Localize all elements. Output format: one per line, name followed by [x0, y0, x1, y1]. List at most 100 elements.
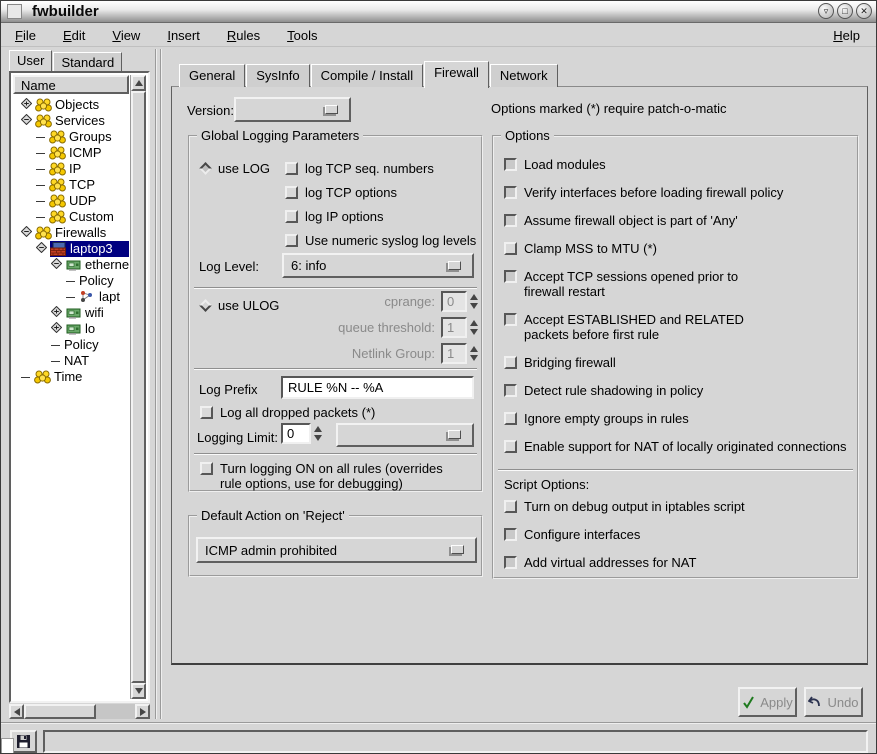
- checkbox-row-bridging-firewall[interactable]: Bridging firewall: [504, 355, 854, 370]
- tree-item-firewalls[interactable]: Firewalls: [13, 225, 129, 241]
- panel-splitter[interactable]: [155, 49, 162, 719]
- menu-insert[interactable]: Insert: [167, 28, 200, 43]
- menu-help[interactable]: Help: [833, 28, 860, 43]
- checkbox-row-verify-interfaces-before-loading-firewall-policy[interactable]: Verify interfaces before loading firewal…: [504, 185, 854, 200]
- apply-button[interactable]: Apply: [738, 687, 797, 717]
- scrollbar-thumb[interactable]: [24, 704, 96, 719]
- checkbox-row-configure-interfaces[interactable]: Configure interfaces: [504, 527, 854, 542]
- scroll-right-button[interactable]: [135, 704, 150, 719]
- tab-network[interactable]: Network: [489, 64, 558, 87]
- tree-item-lapt[interactable]: lapt: [13, 289, 129, 305]
- tab-compile-install[interactable]: Compile / Install: [310, 64, 424, 87]
- sidebar-tab-user[interactable]: User: [9, 50, 53, 71]
- maximize-button[interactable]: □: [837, 3, 853, 19]
- checkbox-icon[interactable]: [504, 356, 517, 369]
- checkbox-row-log-tcp-options[interactable]: log TCP options: [285, 185, 480, 200]
- expand-icon[interactable]: [50, 305, 63, 321]
- version-combo[interactable]: [234, 97, 351, 122]
- checkbox-row-log-ip-options[interactable]: log IP options: [285, 209, 480, 224]
- spin-value[interactable]: 0: [281, 423, 311, 444]
- tree-item-etherne[interactable]: etherne: [13, 257, 129, 273]
- checkbox-row-log-all-dropped-packets[interactable]: Log all dropped packets (*): [200, 405, 375, 420]
- checkbox-icon[interactable]: [285, 234, 298, 247]
- logging-limit-spinbox[interactable]: 0: [281, 423, 322, 444]
- tree-item-time[interactable]: Time: [13, 369, 129, 385]
- checkbox-row-clamp-mss-to-mtu[interactable]: Clamp MSS to MTU (*): [504, 241, 854, 256]
- checkbox-icon[interactable]: [504, 313, 517, 326]
- scroll-left-button[interactable]: [9, 704, 24, 719]
- checkbox-row-ignore-empty-groups-in-rules[interactable]: Ignore empty groups in rules: [504, 411, 854, 426]
- checkbox-row-log-tcp-seq-numbers[interactable]: log TCP seq. numbers: [285, 161, 480, 176]
- menu-file[interactable]: File: [15, 28, 36, 43]
- checkbox-icon[interactable]: [504, 412, 517, 425]
- menu-view[interactable]: View: [112, 28, 140, 43]
- tree-item-objects[interactable]: Objects: [13, 97, 129, 113]
- tree-item-custom[interactable]: Custom: [13, 209, 129, 225]
- use-ulog-radio[interactable]: use ULOG: [198, 298, 279, 313]
- checkbox-row-accept-tcp-sessions-opened-prior-to-firewall-restart[interactable]: Accept TCP sessions opened prior to fire…: [504, 269, 854, 299]
- radio-icon[interactable]: [199, 162, 212, 175]
- checkbox-row-detect-rule-shadowing-in-policy[interactable]: Detect rule shadowing in policy: [504, 383, 854, 398]
- tree-item-icmp[interactable]: ICMP: [13, 145, 129, 161]
- checkbox-row-enable-support-for-nat-of-locally-originated-connections[interactable]: Enable support for NAT of locally origin…: [504, 439, 854, 454]
- tree-item-policy[interactable]: Policy: [13, 337, 129, 353]
- logging-limit-combo[interactable]: [336, 423, 474, 447]
- tree-item-lo[interactable]: lo: [13, 321, 129, 337]
- menu-edit[interactable]: Edit: [63, 28, 85, 43]
- expand-icon[interactable]: [20, 97, 33, 113]
- tree-item-nat[interactable]: NAT: [13, 353, 129, 369]
- checkbox-row-turn-logging-on-on-all-rules-overrides-rule-options-use-for-debugging[interactable]: Turn logging ON on all rules (overrides …: [200, 461, 470, 491]
- checkbox-row-add-virtual-addresses-for-nat[interactable]: Add virtual addresses for NAT: [504, 555, 854, 570]
- collapse-icon[interactable]: [35, 241, 48, 257]
- checkbox-icon[interactable]: [504, 186, 517, 199]
- undo-button[interactable]: Undo: [804, 687, 863, 717]
- checkbox-icon[interactable]: [504, 556, 517, 569]
- tree-column-header[interactable]: Name: [13, 75, 129, 94]
- tree-item-tcp[interactable]: TCP: [13, 177, 129, 193]
- menu-rules[interactable]: Rules: [227, 28, 260, 43]
- expand-icon[interactable]: [50, 321, 63, 337]
- close-button[interactable]: ✕: [856, 3, 872, 19]
- tree-item-ip[interactable]: IP: [13, 161, 129, 177]
- checkbox-icon[interactable]: [200, 406, 213, 419]
- checkbox-icon[interactable]: [504, 500, 517, 513]
- checkbox-icon[interactable]: [285, 162, 298, 175]
- tab-firewall[interactable]: Firewall: [424, 61, 489, 88]
- collapse-icon[interactable]: [50, 257, 63, 273]
- checkbox-row-use-numeric-syslog-log-levels[interactable]: Use numeric syslog log levels: [285, 233, 480, 248]
- checkbox-icon[interactable]: [504, 528, 517, 541]
- use-log-radio[interactable]: use LOG: [198, 161, 270, 176]
- checkbox-row-load-modules[interactable]: Load modules: [504, 157, 854, 172]
- tree-vertical-scrollbar[interactable]: [130, 75, 146, 699]
- menu-tools[interactable]: Tools: [287, 28, 317, 43]
- log-level-combo[interactable]: 6: info: [282, 253, 474, 278]
- checkbox-row-accept-established-and-related-packets-before-first-rule[interactable]: Accept ESTABLISHED and RELATED packets b…: [504, 312, 854, 342]
- checkbox-icon[interactable]: [504, 384, 517, 397]
- checkbox-icon[interactable]: [504, 158, 517, 171]
- checkbox-row-turn-on-debug-output-in-iptables-script[interactable]: Turn on debug output in iptables script: [504, 499, 854, 514]
- tree-item-udp[interactable]: UDP: [13, 193, 129, 209]
- collapse-icon[interactable]: [20, 113, 33, 129]
- radio-icon[interactable]: [199, 299, 212, 312]
- checkbox-row-assume-firewall-object-is-part-of-any[interactable]: Assume firewall object is part of 'Any': [504, 213, 854, 228]
- checkbox-icon[interactable]: [504, 440, 517, 453]
- spin-up-button[interactable]: [314, 426, 322, 432]
- tree-item-laptop3[interactable]: laptop3: [13, 241, 129, 257]
- title-bar[interactable]: fwbuilder ▿ □ ✕: [1, 1, 876, 23]
- checkbox-icon[interactable]: [504, 242, 517, 255]
- checkbox-icon[interactable]: [285, 186, 298, 199]
- tab-sysinfo[interactable]: SysInfo: [246, 64, 310, 87]
- scroll-down-button[interactable]: [131, 683, 146, 699]
- tab-general[interactable]: General: [179, 64, 246, 87]
- checkbox-icon[interactable]: [285, 210, 298, 223]
- checkbox-icon[interactable]: [504, 214, 517, 227]
- scrollbar-thumb[interactable]: [131, 91, 146, 683]
- scroll-up-button[interactable]: [131, 75, 146, 91]
- tree-item-policy[interactable]: Policy: [13, 273, 129, 289]
- tree-item-wifi[interactable]: wifi: [13, 305, 129, 321]
- tree-item-groups[interactable]: Groups: [13, 129, 129, 145]
- log-prefix-input[interactable]: [281, 376, 474, 399]
- tree-horizontal-scrollbar[interactable]: [9, 704, 150, 719]
- checkbox-icon[interactable]: [504, 270, 517, 283]
- checkbox-icon[interactable]: [200, 462, 213, 475]
